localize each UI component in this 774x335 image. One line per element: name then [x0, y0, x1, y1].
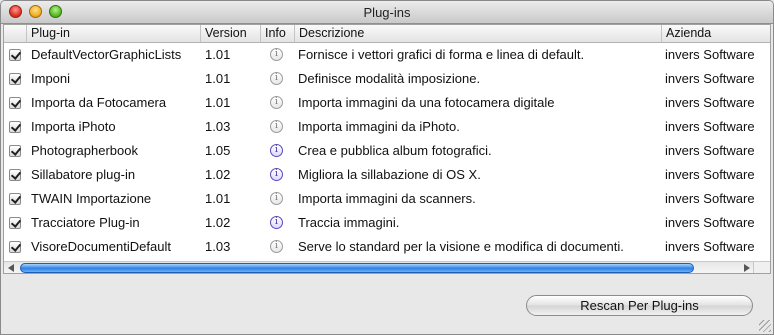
scroll-thumb[interactable] — [20, 263, 694, 273]
enabled-checkbox[interactable] — [9, 73, 21, 85]
plugin-description: Traccia immagini. — [298, 215, 400, 230]
plugin-company: invers Software — [665, 167, 755, 182]
plugins-table: Plug-in Version Info Descrizione Azienda… — [3, 24, 771, 274]
enabled-checkbox[interactable] — [9, 121, 21, 133]
table-row[interactable]: Sillabatore plug-in 1.02 i Migliora la s… — [4, 163, 770, 187]
plugin-description: Importa immagini da iPhoto. — [298, 119, 460, 134]
plugin-name: Tracciatore Plug-in — [31, 215, 140, 230]
title-bar[interactable]: Plug-ins — [1, 1, 773, 24]
table-row[interactable]: Tracciatore Plug-in 1.02 i Traccia immag… — [4, 211, 770, 235]
plugin-name: Photographerbook — [31, 143, 138, 158]
plugin-company: invers Software — [665, 95, 755, 110]
plugin-description: Importa immagini da una fotocamera digit… — [298, 95, 555, 110]
plugins-window: Plug-ins Plug-in Version Info Descrizion… — [0, 0, 774, 335]
plugin-company: invers Software — [665, 71, 755, 86]
scroll-corner — [753, 262, 770, 273]
table-row[interactable]: Imponi 1.01 i Definisce modalità imposiz… — [4, 67, 770, 91]
header-version[interactable]: Version — [201, 25, 261, 42]
plugin-description: Importa immagini da scanners. — [298, 191, 476, 206]
enabled-checkbox[interactable] — [9, 97, 21, 109]
table-row[interactable]: Importa iPhoto 1.03 i Importa immagini d… — [4, 115, 770, 139]
enabled-checkbox[interactable] — [9, 49, 21, 61]
enabled-checkbox[interactable] — [9, 169, 21, 181]
info-icon[interactable]: i — [270, 144, 283, 157]
plugin-company: invers Software — [665, 239, 755, 254]
enabled-checkbox[interactable] — [9, 217, 21, 229]
header-company[interactable]: Azienda — [662, 25, 770, 42]
plugin-name: Imponi — [31, 71, 71, 86]
plugin-company: invers Software — [665, 143, 755, 158]
table-row[interactable]: VisoreDocumentiDefault 1.03 i Serve lo s… — [4, 235, 770, 259]
table-row[interactable]: DefaultVectorGraphicLists 1.01 i Fornisc… — [4, 43, 770, 67]
plugin-version: 1.01 — [205, 47, 231, 62]
plugin-company: invers Software — [665, 47, 755, 62]
header-plugin[interactable]: Plug-in — [27, 25, 201, 42]
enabled-checkbox[interactable] — [9, 145, 21, 157]
plugin-version: 1.01 — [205, 95, 231, 110]
plugin-description: Fornisce i vettori grafici di forma e li… — [298, 47, 585, 62]
plugin-version: 1.03 — [205, 119, 231, 134]
window-title: Plug-ins — [363, 5, 411, 20]
table-row[interactable]: TWAIN Importazione 1.01 i Importa immagi… — [4, 187, 770, 211]
plugin-name: Sillabatore plug-in — [31, 167, 136, 182]
info-icon[interactable]: i — [270, 72, 283, 85]
info-icon[interactable]: i — [270, 240, 283, 253]
plugin-name: DefaultVectorGraphicLists — [31, 47, 182, 62]
plugin-version: 1.02 — [205, 215, 231, 230]
plugin-version: 1.01 — [205, 191, 231, 206]
plugin-description: Crea e pubblica album fotografici. — [298, 143, 492, 158]
plugin-version: 1.02 — [205, 167, 231, 182]
rescan-plugins-button[interactable]: Rescan Per Plug-ins — [526, 295, 753, 316]
enabled-checkbox[interactable] — [9, 193, 21, 205]
info-icon[interactable]: i — [270, 168, 283, 181]
info-icon[interactable]: i — [270, 120, 283, 133]
plugin-version: 1.05 — [205, 143, 231, 158]
table-row[interactable]: Importa da Fotocamera 1.01 i Importa imm… — [4, 91, 770, 115]
table-header: Plug-in Version Info Descrizione Azienda — [4, 25, 770, 43]
header-description[interactable]: Descrizione — [295, 25, 662, 42]
plugin-description: Serve lo standard per la visione e modif… — [298, 239, 624, 254]
info-icon[interactable]: i — [270, 96, 283, 109]
plugin-company: invers Software — [665, 215, 755, 230]
horizontal-scrollbar[interactable] — [4, 261, 770, 273]
plugin-version: 1.03 — [205, 239, 231, 254]
plugin-version: 1.01 — [205, 71, 231, 86]
plugin-description: Migliora la sillabazione di OS X. — [298, 167, 481, 182]
plugin-company: invers Software — [665, 119, 755, 134]
scroll-left-arrow-icon[interactable] — [8, 264, 14, 272]
plugin-name: Importa iPhoto — [31, 119, 116, 134]
scroll-right-arrow-icon[interactable] — [744, 264, 750, 272]
info-icon[interactable]: i — [270, 48, 283, 61]
header-info[interactable]: Info — [261, 25, 295, 42]
plugin-name: TWAIN Importazione — [31, 191, 152, 206]
header-checkbox-column[interactable] — [4, 25, 27, 42]
table-row[interactable]: Photographerbook 1.05 i Crea e pubblica … — [4, 139, 770, 163]
resize-grip-icon[interactable] — [759, 320, 771, 332]
plugin-name: Importa da Fotocamera — [31, 95, 167, 110]
plugin-name: VisoreDocumentiDefault — [31, 239, 171, 254]
info-icon[interactable]: i — [270, 216, 283, 229]
info-icon[interactable]: i — [270, 192, 283, 205]
enabled-checkbox[interactable] — [9, 241, 21, 253]
plugin-company: invers Software — [665, 191, 755, 206]
plugin-description: Definisce modalità imposizione. — [298, 71, 481, 86]
